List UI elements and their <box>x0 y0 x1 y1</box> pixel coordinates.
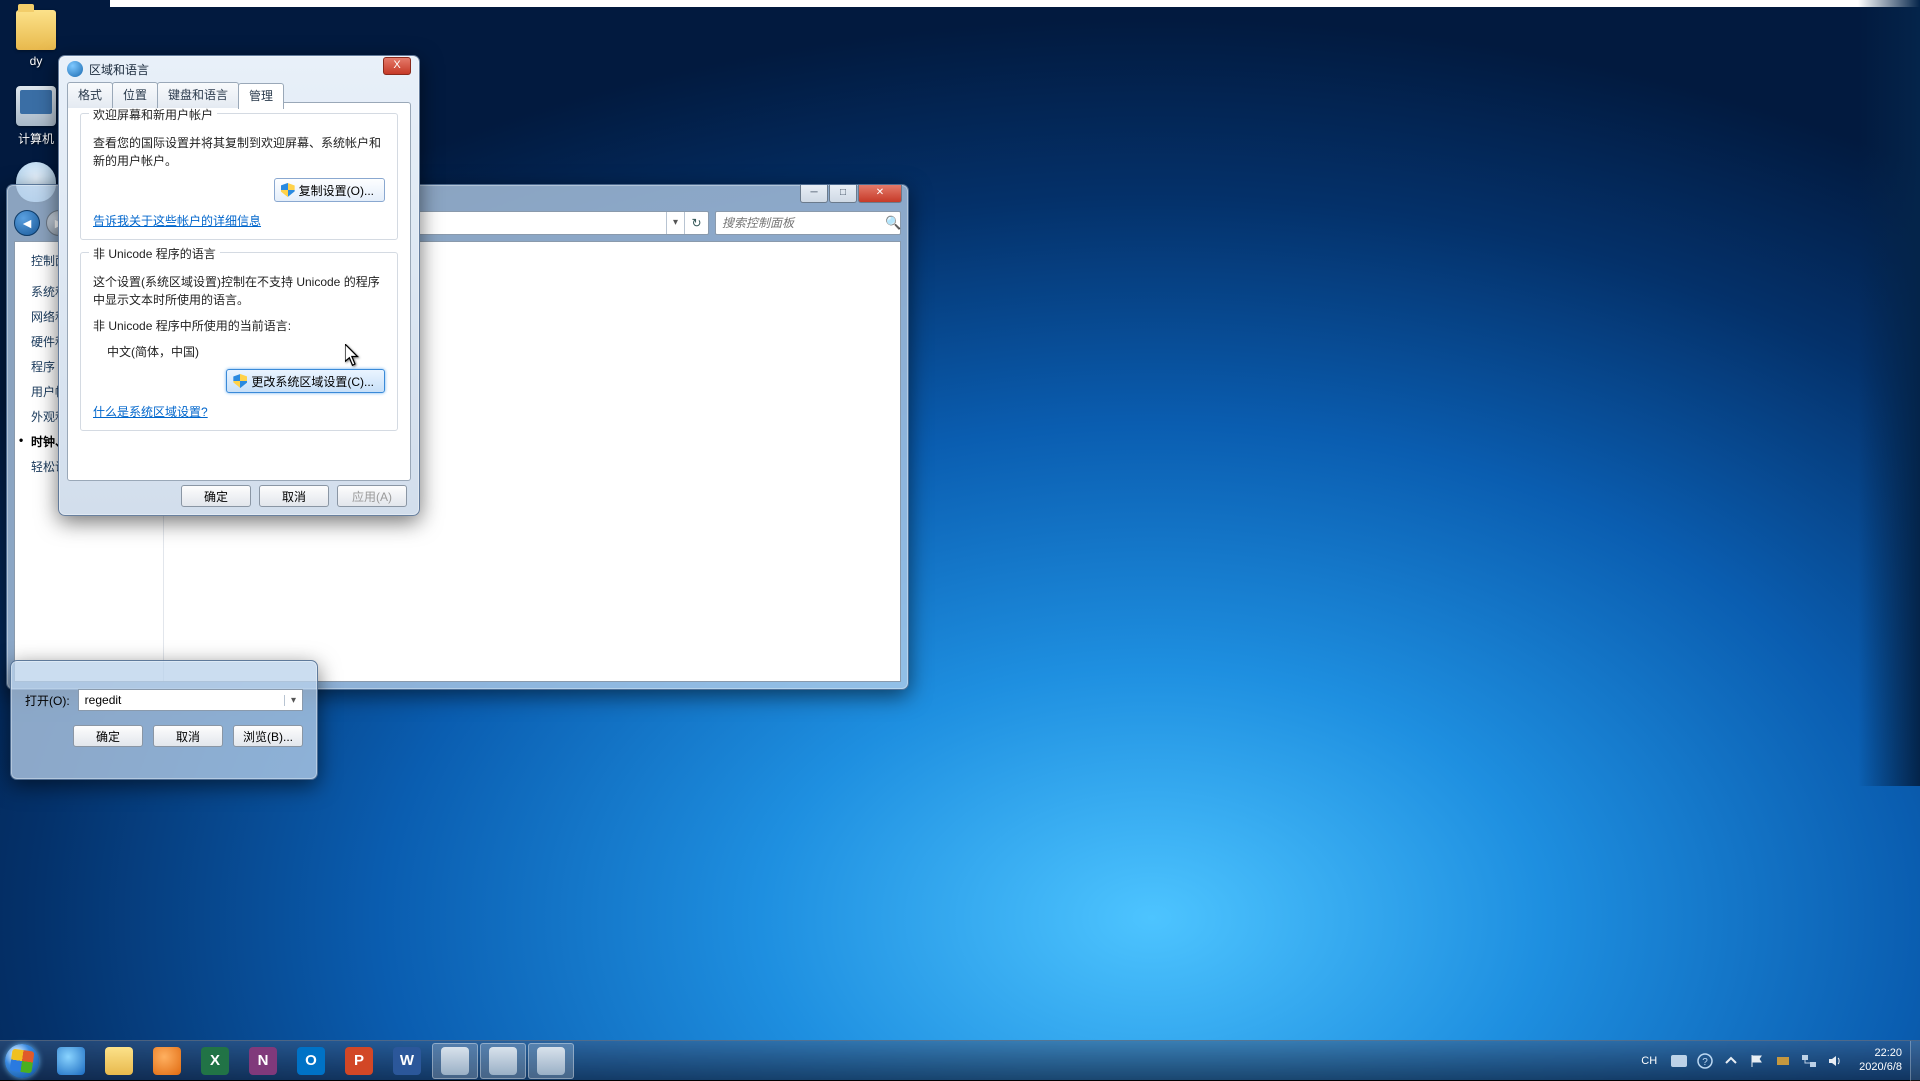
run-dialog: 打开(O): ▾ 确定 取消 浏览(B)... <box>10 660 318 780</box>
on-icon: N <box>249 1047 277 1075</box>
help-icon[interactable]: ? <box>1697 1053 1713 1069</box>
ok-button[interactable]: 确定 <box>181 485 251 507</box>
tray-icon[interactable] <box>1775 1053 1791 1069</box>
apply-button[interactable]: 应用(A) <box>337 485 407 507</box>
taskbar-app-ie[interactable] <box>48 1043 94 1079</box>
clock-date: 2020/6/8 <box>1859 1061 1902 1075</box>
xl-icon: X <box>201 1047 229 1075</box>
gen-icon <box>537 1047 565 1075</box>
desktop: dy 计算机 ─ □ ✕ ◄ ► ▾ ↻ 🔍 <box>0 0 1920 1080</box>
close-button[interactable]: X <box>383 57 411 75</box>
taskbar-app-gen[interactable] <box>480 1043 526 1079</box>
link-account-details[interactable]: 告诉我关于这些帐户的详细信息 <box>93 214 261 228</box>
button-label: 复制设置(O)... <box>299 182 374 199</box>
taskbar-app-on[interactable]: N <box>240 1043 286 1079</box>
ol-icon: O <box>297 1047 325 1075</box>
gen-icon <box>441 1047 469 1075</box>
dialog-buttons: 确定 取消 应用(A) <box>181 485 407 507</box>
dialog-titlebar: 区域和语言 X <box>59 56 419 82</box>
group-legend: 非 Unicode 程序的语言 <box>89 245 220 262</box>
back-button[interactable]: ◄ <box>14 210 40 236</box>
clock-time: 22:20 <box>1859 1047 1902 1061</box>
tab-admin[interactable]: 管理 <box>238 83 284 109</box>
desktop-icon-computer[interactable]: 计算机 <box>8 86 64 147</box>
change-system-locale-button[interactable]: 更改系统区域设置(C)... <box>226 369 385 393</box>
tab-location[interactable]: 位置 <box>112 82 158 108</box>
network-icon[interactable] <box>1801 1053 1817 1069</box>
tab-keyboard[interactable]: 键盘和语言 <box>157 82 239 108</box>
run-input[interactable] <box>79 693 284 707</box>
system-tray: CH ? 22:20 2020/6/8 <box>1629 1047 1910 1075</box>
taskbar: XNOPW CH ? 22:20 2020/6/8 <box>0 1040 1920 1080</box>
taskbar-app-fold[interactable] <box>96 1043 142 1079</box>
chevron-down-icon[interactable]: ▾ <box>284 695 302 706</box>
wd-icon: W <box>393 1047 421 1075</box>
button-label: 更改系统区域设置(C)... <box>251 373 374 390</box>
ime-indicator[interactable]: CH <box>1637 1053 1661 1069</box>
tab-page-admin: 欢迎屏幕和新用户帐户 查看您的国际设置并将其复制到欢迎屏幕、系统帐户和新的用户帐… <box>67 102 411 481</box>
taskbar-app-gen[interactable] <box>432 1043 478 1079</box>
link-what-is-locale[interactable]: 什么是系统区域设置? <box>93 405 208 419</box>
taskbar-app-ol[interactable]: O <box>288 1043 334 1079</box>
current-lang-label: 非 Unicode 程序中所使用的当前语言: <box>93 317 385 335</box>
close-button[interactable]: ✕ <box>858 185 902 203</box>
start-button[interactable] <box>0 1041 44 1081</box>
ie-icon <box>57 1047 85 1075</box>
volume-icon[interactable] <box>1827 1053 1843 1069</box>
icon-label: dy <box>8 54 64 68</box>
taskbar-app-pp[interactable]: P <box>336 1043 382 1079</box>
clock[interactable]: 22:20 2020/6/8 <box>1859 1047 1902 1075</box>
right-edge-shadow <box>1858 0 1920 786</box>
windows-orb-icon <box>5 1044 39 1078</box>
search-input[interactable] <box>716 216 885 230</box>
run-combobox[interactable]: ▾ <box>78 689 303 711</box>
group-legend: 欢迎屏幕和新用户帐户 <box>89 106 217 123</box>
icon-label: 计算机 <box>8 130 64 147</box>
tray-icon[interactable] <box>1671 1053 1687 1069</box>
chevron-up-icon[interactable] <box>1723 1053 1739 1069</box>
taskbar-app-wmp[interactable] <box>144 1043 190 1079</box>
computer-icon <box>16 86 56 126</box>
current-lang-value: 中文(简体，中国) <box>93 343 385 361</box>
taskbar-items: XNOPW <box>48 1043 574 1079</box>
tab-format[interactable]: 格式 <box>67 82 113 108</box>
desktop-icon-dy[interactable]: dy <box>8 10 64 68</box>
group-welcome: 欢迎屏幕和新用户帐户 查看您的国际设置并将其复制到欢迎屏幕、系统帐户和新的用户帐… <box>80 113 398 240</box>
minimize-button[interactable]: ─ <box>800 185 828 203</box>
copy-settings-button[interactable]: 复制设置(O)... <box>274 178 385 202</box>
maximize-button[interactable]: □ <box>829 185 857 203</box>
folder-icon <box>16 10 56 50</box>
shield-icon <box>281 183 295 197</box>
taskbar-app-wd[interactable]: W <box>384 1043 430 1079</box>
flag-icon[interactable] <box>1749 1053 1765 1069</box>
address-dropdown[interactable]: ▾ <box>666 212 684 234</box>
dialog-title: 区域和语言 <box>89 61 383 78</box>
show-desktop-button[interactable] <box>1910 1041 1920 1081</box>
taskbar-app-gen[interactable] <box>528 1043 574 1079</box>
svg-text:?: ? <box>1702 1057 1708 1068</box>
tab-strip: 格式 位置 键盘和语言 管理 <box>59 82 419 108</box>
top-strip <box>110 0 1920 7</box>
search-box[interactable]: 🔍 <box>715 211 901 235</box>
wmp-icon <box>153 1047 181 1075</box>
run-cancel-button[interactable]: 取消 <box>153 725 223 747</box>
region-language-dialog: 区域和语言 X 格式 位置 键盘和语言 管理 欢迎屏幕和新用户帐户 查看您的国际… <box>58 55 420 516</box>
refresh-button[interactable]: ↻ <box>684 212 708 234</box>
globe-icon <box>67 61 83 77</box>
pp-icon: P <box>345 1047 373 1075</box>
nonunicode-desc: 这个设置(系统区域设置)控制在不支持 Unicode 的程序中显示文本时所使用的… <box>93 273 385 309</box>
run-browse-button[interactable]: 浏览(B)... <box>233 725 303 747</box>
fold-icon <box>105 1047 133 1075</box>
search-icon[interactable]: 🔍 <box>885 215 901 231</box>
shield-icon <box>233 374 247 388</box>
run-ok-button[interactable]: 确定 <box>73 725 143 747</box>
cancel-button[interactable]: 取消 <box>259 485 329 507</box>
taskbar-app-xl[interactable]: X <box>192 1043 238 1079</box>
welcome-desc: 查看您的国际设置并将其复制到欢迎屏幕、系统帐户和新的用户帐户。 <box>93 134 385 170</box>
run-open-label: 打开(O): <box>25 692 70 709</box>
group-nonunicode: 非 Unicode 程序的语言 这个设置(系统区域设置)控制在不支持 Unico… <box>80 252 398 431</box>
gen-icon <box>489 1047 517 1075</box>
